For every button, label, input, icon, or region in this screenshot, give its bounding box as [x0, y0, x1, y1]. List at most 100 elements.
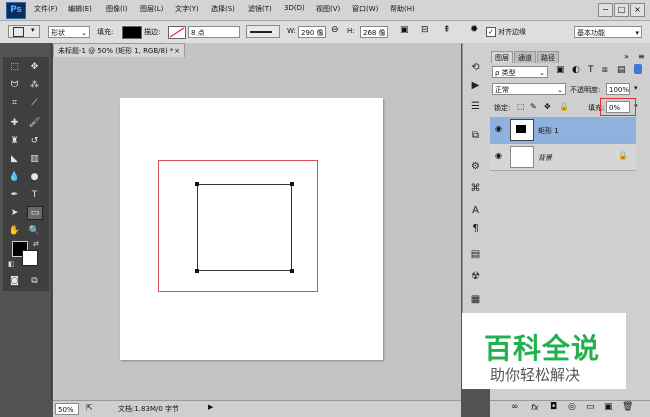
history-icon[interactable]: ⟲ — [468, 61, 483, 75]
minimize-button[interactable]: − — [598, 3, 613, 17]
brush-panel-icon[interactable]: ⚙ — [468, 160, 483, 174]
shape-mode-select[interactable]: 形状 ⌄ — [48, 26, 90, 38]
character-icon[interactable]: ⌘ — [468, 182, 483, 196]
tab-layers[interactable]: 图层 — [491, 51, 513, 63]
path-selection-tool-icon[interactable]: ➤ — [7, 207, 22, 219]
tab-paths[interactable]: 路径 — [537, 51, 559, 63]
close-button[interactable]: × — [630, 3, 645, 17]
layer-name[interactable]: 背景 — [538, 153, 552, 163]
stroke-type-select[interactable] — [246, 25, 280, 38]
menu-file[interactable]: 文件(F) — [34, 4, 58, 14]
menu-edit[interactable]: 编辑(E) — [68, 4, 92, 14]
add-mask-icon[interactable]: ◘ — [550, 402, 557, 412]
move-tool-icon[interactable]: ✥ — [27, 61, 42, 73]
menu-layer[interactable]: 图层(L) — [140, 4, 163, 14]
magic-wand-tool-icon[interactable]: ⁂ — [27, 79, 42, 91]
menu-view[interactable]: 视图(V) — [316, 4, 340, 14]
menu-type[interactable]: 文字(Y) — [175, 4, 199, 14]
swap-colors-icon[interactable]: ⇄ — [33, 240, 39, 248]
actions-play-icon[interactable]: ▶ — [468, 79, 483, 93]
menu-select[interactable]: 选择(S) — [211, 4, 235, 14]
eye-icon[interactable]: ◉ — [495, 151, 502, 160]
clone-stamp-tool-icon[interactable]: ♜ — [7, 135, 22, 147]
properties-icon[interactable]: ⧉ — [468, 129, 483, 143]
layer-row-selected[interactable]: ◉ 矩形 1 — [490, 117, 636, 144]
filter-pixel-icon[interactable]: ▣ — [556, 65, 565, 75]
share-icon[interactable]: ⇱ — [86, 403, 93, 412]
path-operations-icon[interactable]: ▣ — [400, 25, 409, 35]
menu-help[interactable]: 帮助(H) — [390, 4, 415, 14]
menu-filter[interactable]: 滤镜(T) — [248, 4, 272, 14]
background-color-swatch[interactable] — [22, 250, 38, 266]
crop-tool-icon[interactable]: ⌗ — [7, 97, 22, 109]
anchor-point[interactable] — [290, 269, 294, 273]
type-tool-icon[interactable]: T — [27, 189, 42, 201]
notes-icon[interactable]: ▤ — [468, 248, 483, 262]
filter-adjustment-icon[interactable]: ◐ — [572, 65, 580, 75]
eraser-tool-icon[interactable]: ◣ — [7, 153, 22, 165]
marquee-tool-icon[interactable]: ⬚ — [7, 61, 22, 73]
anchor-point[interactable] — [290, 182, 294, 186]
height-input[interactable]: 268 像 — [360, 26, 388, 38]
default-colors-icon[interactable]: ◧ — [8, 260, 15, 268]
filter-smart-object-icon[interactable]: ▤ — [617, 65, 626, 75]
layer-row[interactable]: ◉ 背景 🔒 — [490, 144, 636, 171]
brush-tool-icon[interactable]: 🖌 — [27, 117, 42, 129]
lock-all-icon[interactable]: 🔒 — [559, 102, 569, 111]
width-input[interactable]: 290 像 — [298, 26, 326, 38]
opacity-input[interactable]: 100% — [606, 83, 630, 95]
eye-icon[interactable]: ◉ — [495, 124, 502, 133]
character-panel-icon[interactable]: A — [468, 204, 483, 218]
menu-3d[interactable]: 3D(D) — [284, 4, 305, 12]
anchor-point[interactable] — [195, 269, 199, 273]
3d-icon[interactable]: ☢ — [468, 270, 483, 284]
chevron-down-icon[interactable]: ▾ — [634, 84, 638, 92]
adjustment-layer-icon[interactable]: ◎ — [568, 402, 576, 412]
blur-tool-icon[interactable]: 💧 — [7, 171, 22, 183]
layer-name[interactable]: 矩形 1 — [538, 126, 559, 136]
menu-window[interactable]: 窗口(W) — [352, 4, 378, 14]
new-group-icon[interactable]: ▭ — [586, 402, 595, 412]
align-edges-checkbox[interactable]: ✓ — [486, 27, 496, 37]
status-menu-arrow-icon[interactable]: ▶ — [208, 403, 213, 411]
path-arrangement-icon[interactable]: ⇞ — [443, 25, 451, 35]
adjustments-icon[interactable]: ☰ — [468, 100, 483, 114]
paragraph-icon[interactable]: ¶ — [468, 222, 483, 236]
path-alignment-icon[interactable]: ⊟ — [421, 25, 429, 35]
maximize-button[interactable]: □ — [614, 3, 629, 17]
gradient-tool-icon[interactable]: ▥ — [27, 153, 42, 165]
rectangle-shape[interactable] — [197, 184, 292, 271]
rectangle-tool-icon[interactable]: ▭ — [27, 206, 43, 220]
anchor-point[interactable] — [195, 182, 199, 186]
zoom-tool-icon[interactable]: 🔍 — [27, 225, 42, 237]
workspace-select[interactable]: 基本功能 ▾ — [574, 26, 642, 38]
hand-tool-icon[interactable]: ✋ — [7, 225, 22, 237]
stroke-swatch[interactable] — [168, 26, 186, 39]
new-layer-icon[interactable]: ▣ — [604, 402, 613, 412]
tool-preset-picker[interactable]: ▾ — [8, 25, 40, 38]
stroke-size-input[interactable]: 8 点 — [188, 26, 240, 38]
filter-type-icon[interactable]: T — [588, 65, 594, 75]
fx-icon[interactable]: fx — [531, 403, 539, 412]
tab-channels[interactable]: 通道 — [514, 51, 536, 63]
eyedropper-tool-icon[interactable]: ⟋ — [27, 97, 42, 109]
lasso-tool-icon[interactable]: ᗢ — [7, 79, 22, 91]
quick-mask-icon[interactable]: ◙ — [7, 275, 22, 287]
zoom-input[interactable]: 50% — [55, 403, 79, 415]
close-tab-icon[interactable]: × — [174, 44, 180, 58]
dodge-tool-icon[interactable]: ● — [27, 171, 42, 183]
lock-position-icon[interactable]: ✥ — [544, 102, 551, 111]
pen-tool-icon[interactable]: ✒ — [7, 189, 22, 201]
link-icon[interactable]: ⊖ — [331, 25, 339, 35]
link-layers-icon[interactable]: ∞ — [511, 402, 519, 412]
layer-filter-select[interactable]: ρ 类型 ⌄ — [492, 66, 548, 78]
fill-swatch[interactable] — [122, 26, 142, 39]
lock-transparent-icon[interactable]: ⬚ — [517, 102, 525, 111]
menu-image[interactable]: 图像(I) — [106, 4, 128, 14]
document-tab[interactable]: 未标题-1 @ 50% (矩形 1, RGB/8) * × — [53, 43, 185, 57]
history-brush-tool-icon[interactable]: ↺ — [27, 135, 42, 147]
panel-collapse-icon[interactable]: » — [624, 52, 629, 61]
trash-icon[interactable]: 🗑 — [622, 402, 633, 412]
lock-image-icon[interactable]: ✎ — [530, 102, 537, 111]
gear-icon[interactable]: ✹ — [470, 24, 478, 35]
